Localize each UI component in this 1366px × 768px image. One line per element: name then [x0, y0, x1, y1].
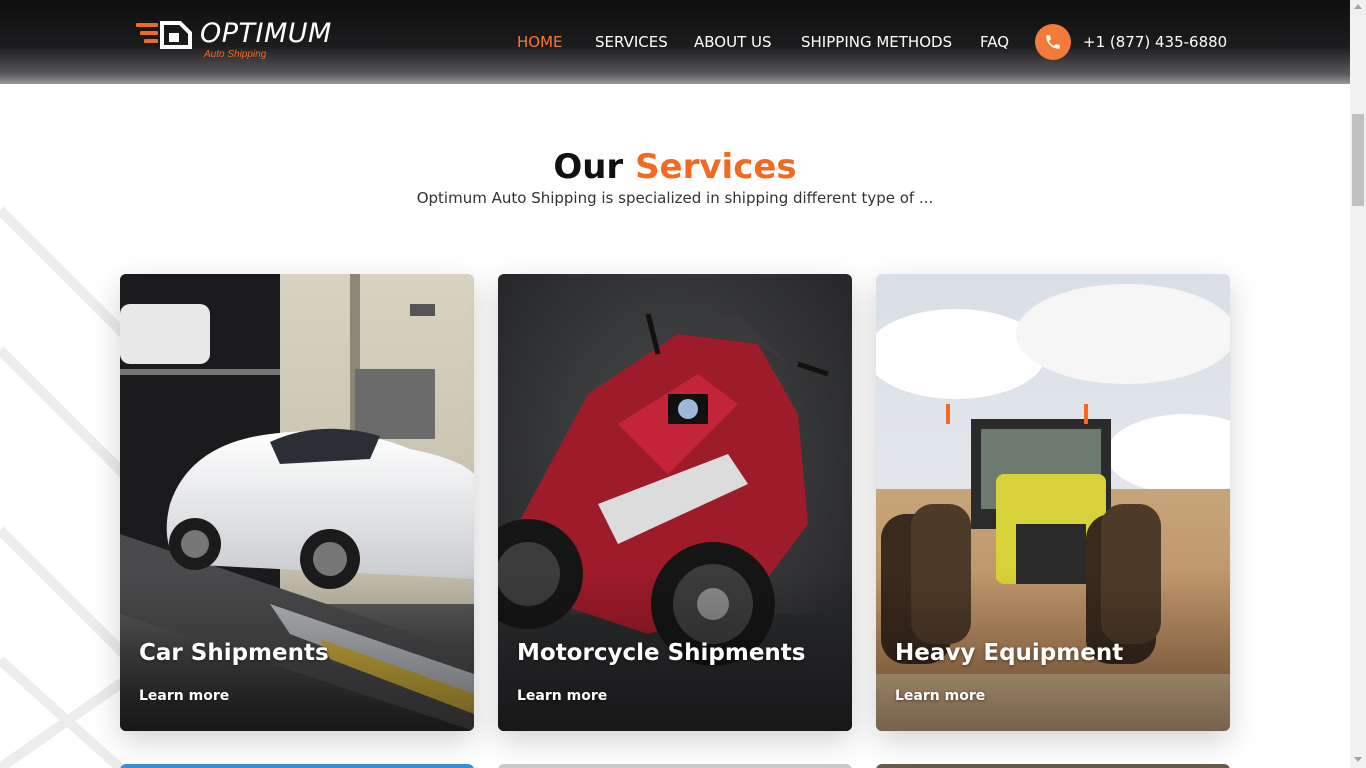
logo-wordmark: OPTIMUM: [200, 18, 332, 49]
site-header: OPTIMUM Auto Shipping HOME SERVICES ABOU…: [0, 0, 1350, 84]
call-button[interactable]: [1035, 24, 1071, 60]
card-title: Motorcycle Shipments: [517, 640, 806, 666]
card-title: Car Shipments: [139, 640, 329, 666]
nav-shipping-methods[interactable]: SHIPPING METHODS: [801, 33, 952, 51]
nav-services[interactable]: SERVICES: [595, 33, 668, 51]
learn-more-link[interactable]: Learn more: [139, 688, 229, 704]
section-subtitle: Optimum Auto Shipping is specialized in …: [416, 189, 934, 207]
section-title: Our Services: [0, 147, 1350, 187]
service-card-heavy-equipment[interactable]: Heavy Equipment Learn more: [876, 274, 1230, 731]
learn-more-link[interactable]: Learn more: [895, 688, 985, 704]
nav-home[interactable]: HOME: [517, 33, 563, 51]
service-card-peek: [498, 764, 852, 768]
service-card-peek: [876, 764, 1230, 768]
section-title-accent: Services: [635, 147, 797, 187]
scroll-thumb[interactable]: [1352, 114, 1364, 206]
service-card-motorcycle[interactable]: Motorcycle Shipments Learn more: [498, 274, 852, 731]
card-title: Heavy Equipment: [895, 640, 1124, 666]
logo-tagline: Auto Shipping: [204, 49, 267, 60]
truck-logo-icon: [136, 21, 192, 49]
service-card-peek: [120, 764, 474, 768]
scroll-up-icon[interactable]: [1354, 4, 1362, 9]
phone-icon: [1046, 35, 1060, 49]
nav-faq[interactable]: FAQ: [980, 33, 1009, 51]
nav-about-us[interactable]: ABOUT US: [694, 33, 772, 51]
section-title-part1: Our: [553, 147, 624, 187]
scroll-down-icon[interactable]: [1354, 757, 1362, 762]
site-logo[interactable]: OPTIMUM Auto Shipping: [136, 18, 346, 62]
phone-number-link[interactable]: +1 (877) 435-6880: [1083, 33, 1227, 51]
learn-more-link[interactable]: Learn more: [517, 688, 607, 704]
service-card-car[interactable]: Car Shipments Learn more: [120, 274, 474, 731]
page-scrollbar[interactable]: [1350, 0, 1366, 768]
